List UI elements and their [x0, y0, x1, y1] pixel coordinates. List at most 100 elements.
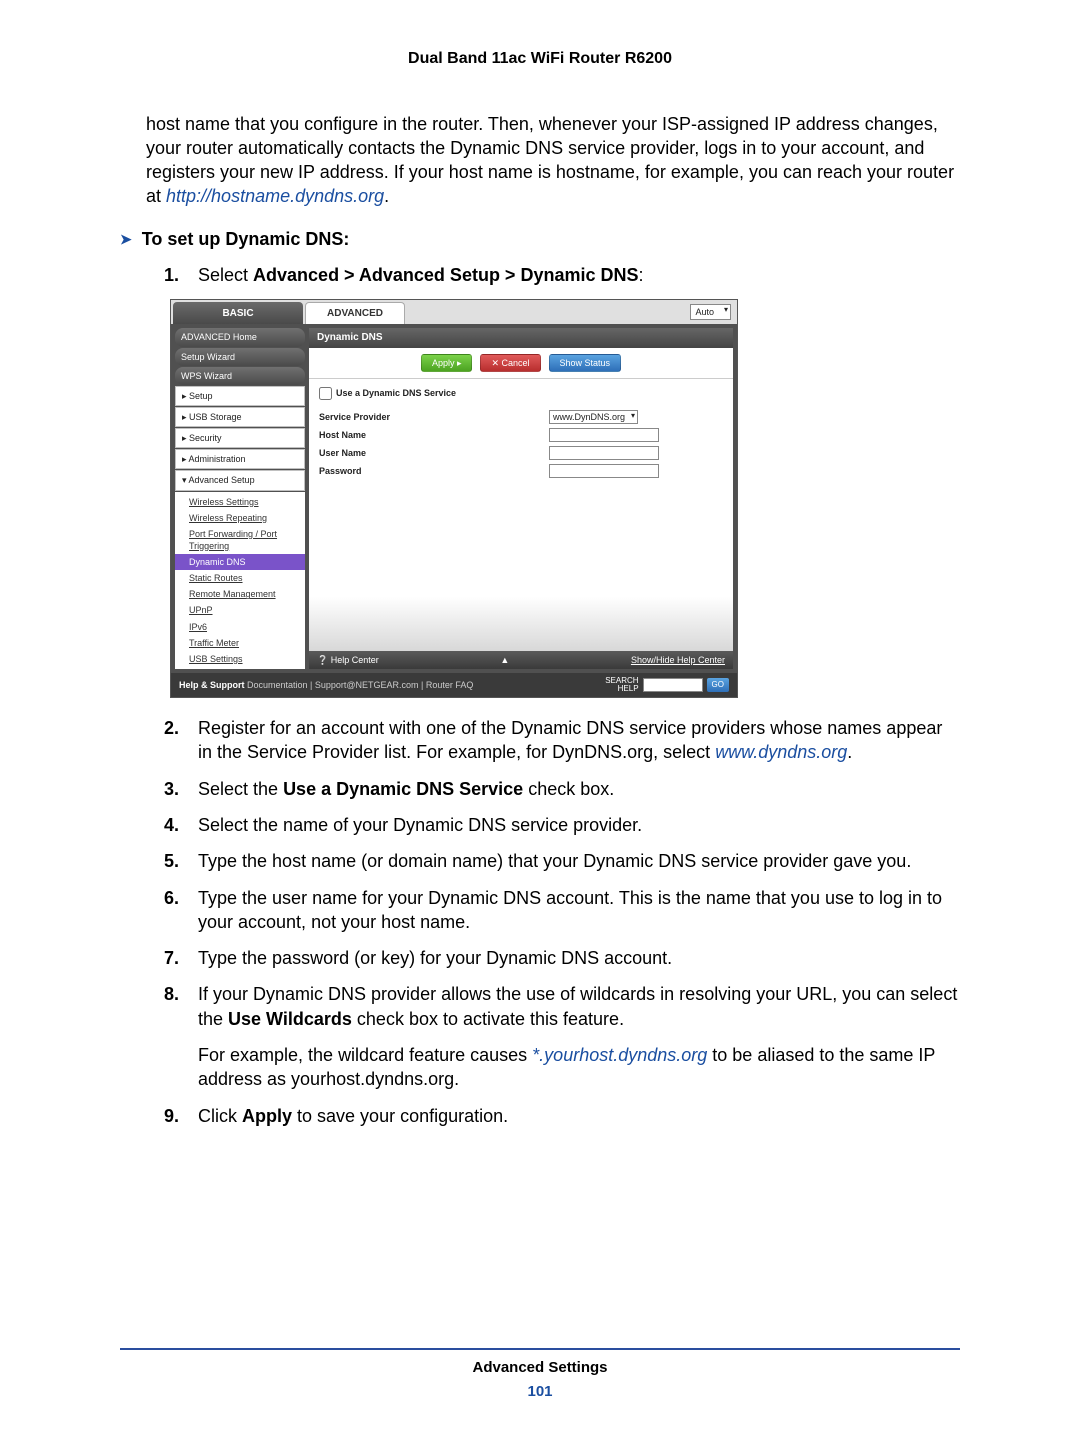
apply-button[interactable]: Apply ▸	[421, 354, 473, 372]
step-number: 8.	[164, 982, 188, 1031]
step-list-end: 9. Click Apply to save your configuratio…	[164, 1104, 960, 1128]
sidebar-advanced-home[interactable]: ADVANCED Home	[175, 328, 305, 346]
step4-text: Select the name of your Dynamic DNS serv…	[198, 813, 960, 837]
step-list: 1. Select Advanced > Advanced Setup > Dy…	[164, 263, 960, 287]
step-list-cont: 2. Register for an account with one of t…	[164, 716, 960, 1031]
intro-link[interactable]: http://hostname.dyndns.org	[166, 186, 384, 206]
step8-b: Use Wildcards	[228, 1009, 352, 1029]
step-number: 1.	[164, 263, 188, 287]
step-number: 3.	[164, 777, 188, 801]
step-number: 5.	[164, 849, 188, 873]
step-number: 2.	[164, 716, 188, 765]
page-number: 101	[120, 1382, 960, 1402]
cancel-button[interactable]: ✕ Cancel	[480, 354, 540, 372]
help-support-links[interactable]: Documentation | Support@NETGEAR.com | Ro…	[245, 680, 474, 690]
router-screenshot: BASIC ADVANCED Auto ADVANCED Home Setup …	[170, 299, 738, 698]
expand-icon[interactable]: ▲	[500, 654, 509, 666]
section-title: To set up Dynamic DNS:	[142, 227, 350, 251]
sidebar: ADVANCED Home Setup Wizard WPS Wizard ▸ …	[175, 328, 305, 669]
sub-ipv6[interactable]: IPv6	[175, 619, 305, 635]
tab-basic[interactable]: BASIC	[173, 302, 303, 324]
step-1: 1. Select Advanced > Advanced Setup > Dy…	[164, 263, 960, 287]
auto-dropdown[interactable]: Auto	[690, 304, 731, 320]
button-row: Apply ▸ ✕ Cancel Show Status	[309, 348, 733, 379]
step5-text: Type the host name (or domain name) that…	[198, 849, 960, 873]
sub-wireless-settings[interactable]: Wireless Settings	[175, 494, 305, 510]
sidebar-administration[interactable]: ▸ Administration	[175, 449, 305, 469]
help-center-button[interactable]: ❔ Help Center	[317, 654, 379, 666]
use-ddns-label: Use a Dynamic DNS Service	[336, 387, 456, 399]
help-bar: ❔ Help Center ▲ Show/Hide Help Center	[309, 651, 733, 669]
show-status-button[interactable]: Show Status	[549, 354, 622, 372]
sub-remote-management[interactable]: Remote Management	[175, 586, 305, 602]
doc-header: Dual Band 11ac WiFi Router R6200	[120, 48, 960, 70]
step-8: 8. If your Dynamic DNS provider allows t…	[164, 982, 960, 1031]
step-number: 6.	[164, 886, 188, 935]
toggle-help-link[interactable]: Show/Hide Help Center	[631, 654, 725, 666]
use-ddns-row: Use a Dynamic DNS Service	[319, 385, 723, 402]
step-3: 3. Select the Use a Dynamic DNS Service …	[164, 777, 960, 801]
step8-example: For example, the wildcard feature causes…	[198, 1043, 960, 1092]
step1-c: :	[638, 265, 643, 285]
search-help-input[interactable]	[643, 678, 703, 692]
step3-b: Use a Dynamic DNS Service	[283, 779, 523, 799]
section-heading: ➤ To set up Dynamic DNS:	[120, 227, 960, 251]
help-support-bar: Help & Support Documentation | Support@N…	[171, 673, 737, 697]
panel-title: Dynamic DNS	[309, 328, 733, 348]
host-name-input[interactable]	[549, 428, 659, 442]
step7-text: Type the password (or key) for your Dyna…	[198, 946, 960, 970]
step-5: 5. Type the host name (or domain name) t…	[164, 849, 960, 873]
step3-a: Select the	[198, 779, 283, 799]
form-area: Use a Dynamic DNS Service Service Provid…	[309, 379, 733, 651]
sub-upnp[interactable]: UPnP	[175, 602, 305, 618]
sub-wireless-repeating[interactable]: Wireless Repeating	[175, 510, 305, 526]
step8p-link: *.yourhost.dyndns.org	[532, 1045, 707, 1065]
step-9: 9. Click Apply to save your configuratio…	[164, 1104, 960, 1128]
sidebar-usb-storage[interactable]: ▸ USB Storage	[175, 407, 305, 427]
sidebar-setup-wizard[interactable]: Setup Wizard	[175, 348, 305, 366]
sub-dynamic-dns[interactable]: Dynamic DNS	[175, 554, 305, 570]
sidebar-sublist: Wireless Settings Wireless Repeating Por…	[175, 492, 305, 670]
tab-bar: BASIC ADVANCED Auto	[171, 300, 737, 324]
step6-text: Type the user name for your Dynamic DNS …	[198, 886, 960, 935]
step3-c: check box.	[523, 779, 614, 799]
intro-text-b: .	[384, 186, 389, 206]
password-input[interactable]	[549, 464, 659, 478]
main-panel: Dynamic DNS Apply ▸ ✕ Cancel Show Status…	[309, 328, 733, 669]
step-number: 4.	[164, 813, 188, 837]
tab-advanced[interactable]: ADVANCED	[305, 302, 405, 324]
step9-a: Click	[198, 1106, 242, 1126]
step-7: 7. Type the password (or key) for your D…	[164, 946, 960, 970]
sidebar-security[interactable]: ▸ Security	[175, 428, 305, 448]
sidebar-setup[interactable]: ▸ Setup	[175, 386, 305, 406]
user-name-label: User Name	[319, 447, 549, 459]
footer-rule	[120, 1348, 960, 1350]
step-2: 2. Register for an account with one of t…	[164, 716, 960, 765]
sidebar-advanced-setup[interactable]: ▾ Advanced Setup	[175, 470, 305, 490]
help-support-label: Help & Support	[179, 680, 245, 690]
arrow-icon: ➤	[120, 230, 132, 249]
service-provider-label: Service Provider	[319, 411, 549, 423]
step8p-a: For example, the wildcard feature causes	[198, 1045, 532, 1065]
step-number: 9.	[164, 1104, 188, 1128]
host-name-label: Host Name	[319, 429, 549, 441]
sidebar-wps-wizard[interactable]: WPS Wizard	[175, 367, 305, 385]
footer-section: Advanced Settings	[120, 1358, 960, 1378]
go-button[interactable]: GO	[707, 678, 729, 693]
service-provider-select[interactable]: www.DynDNS.org	[549, 410, 638, 424]
use-ddns-checkbox[interactable]	[319, 387, 332, 400]
step9-b: Apply	[242, 1106, 292, 1126]
step-number: 7.	[164, 946, 188, 970]
step2-link[interactable]: www.dyndns.org	[715, 742, 847, 762]
sub-static-routes[interactable]: Static Routes	[175, 570, 305, 586]
user-name-input[interactable]	[549, 446, 659, 460]
step-6: 6. Type the user name for your Dynamic D…	[164, 886, 960, 935]
password-label: Password	[319, 465, 549, 477]
step-4: 4. Select the name of your Dynamic DNS s…	[164, 813, 960, 837]
sub-traffic-meter[interactable]: Traffic Meter	[175, 635, 305, 651]
sub-usb-settings[interactable]: USB Settings	[175, 651, 305, 667]
step1-path: Advanced > Advanced Setup > Dynamic DNS	[253, 265, 638, 285]
sub-port-forwarding[interactable]: Port Forwarding / Port Triggering	[175, 526, 305, 554]
search-help-label: SEARCHHELP	[605, 677, 638, 693]
intro-paragraph: host name that you configure in the rout…	[146, 112, 960, 209]
